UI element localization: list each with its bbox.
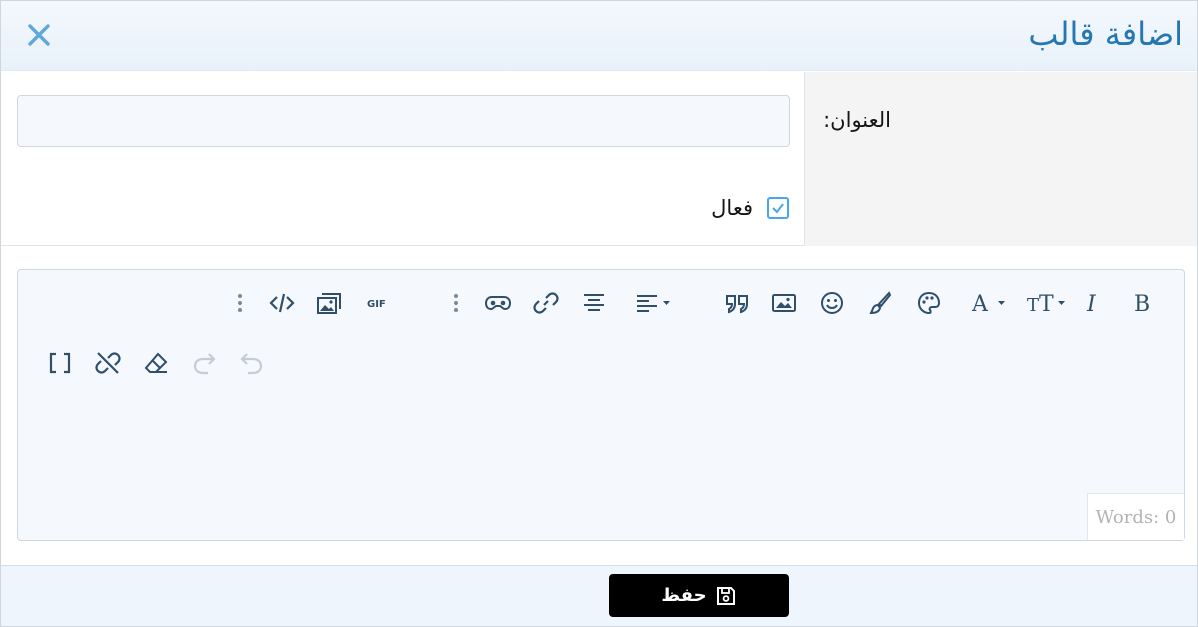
rich-text-editor[interactable]: B I TT A GIF Words: 0 — [17, 269, 1185, 541]
word-count: Words: 0 — [1087, 493, 1184, 540]
close-icon[interactable] — [25, 21, 53, 49]
save-label: حفظ — [661, 585, 707, 606]
active-label: فعال — [711, 196, 753, 220]
palette-icon[interactable] — [912, 286, 946, 320]
link-icon[interactable] — [529, 286, 563, 320]
gallery-icon[interactable] — [313, 286, 347, 320]
brackets-icon[interactable] — [43, 346, 77, 380]
eraser-icon[interactable] — [139, 346, 173, 380]
bold-icon[interactable]: B — [1125, 286, 1159, 320]
quote-icon[interactable] — [720, 286, 754, 320]
save-icon — [716, 586, 735, 605]
align-dropdown-icon[interactable] — [630, 286, 678, 320]
svg-text:GIF: GIF — [367, 299, 386, 310]
align-center-icon[interactable] — [577, 286, 611, 320]
active-toggle[interactable]: فعال — [711, 195, 789, 221]
active-checkbox[interactable] — [767, 197, 789, 219]
more-icon[interactable] — [448, 286, 464, 320]
save-button[interactable]: حفظ — [609, 574, 789, 617]
title-row: العنوان: فعال — [1, 72, 1197, 246]
code-icon[interactable] — [265, 286, 299, 320]
dialog: اضافة قالب العنوان: فعال B I TT A GIF Wo… — [0, 0, 1198, 627]
redo-icon[interactable] — [187, 346, 221, 380]
paint-brush-icon[interactable] — [863, 286, 897, 320]
label-cell: العنوان: — [804, 72, 1197, 246]
check-icon — [772, 203, 784, 214]
svg-text:I: I — [1086, 292, 1097, 316]
dialog-footer: حفظ — [1, 565, 1197, 626]
italic-icon[interactable]: I — [1076, 286, 1110, 320]
svg-text:T: T — [1027, 295, 1039, 316]
gif-icon[interactable]: GIF — [361, 286, 395, 320]
image-icon[interactable] — [767, 286, 801, 320]
media-icon[interactable] — [481, 286, 515, 320]
title-input[interactable] — [17, 95, 790, 147]
title-label: العنوان: — [823, 108, 891, 132]
dialog-title: اضافة قالب — [1028, 15, 1183, 53]
unlink-icon[interactable] — [91, 346, 125, 380]
more-icon[interactable] — [232, 286, 248, 320]
font-size-icon[interactable]: TT — [1023, 286, 1069, 320]
svg-text:A: A — [971, 292, 989, 316]
emoji-icon[interactable] — [815, 286, 849, 320]
svg-text:T: T — [1039, 292, 1054, 316]
svg-text:B: B — [1134, 292, 1150, 316]
dialog-header: اضافة قالب — [1, 1, 1197, 71]
undo-icon[interactable] — [235, 346, 269, 380]
font-color-icon[interactable]: A — [967, 286, 1013, 320]
